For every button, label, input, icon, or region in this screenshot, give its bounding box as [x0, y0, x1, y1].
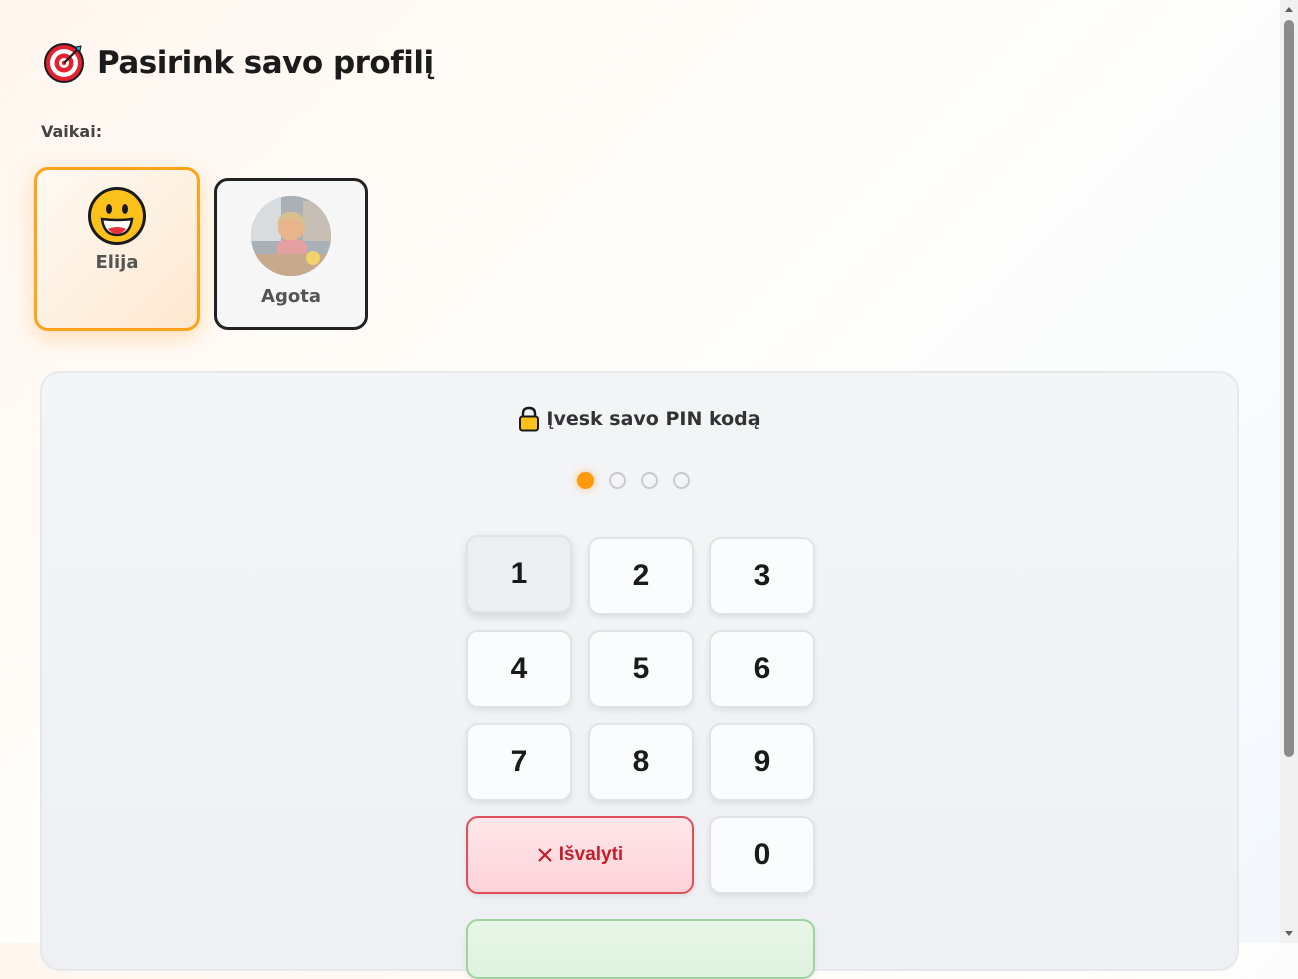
keypad-key-4[interactable]: 4	[466, 630, 572, 708]
page-header: Pasirink savo profilį	[43, 42, 434, 84]
keypad-key-5[interactable]: 5	[588, 630, 694, 708]
pin-dot-empty	[641, 472, 658, 489]
keypad-key-7[interactable]: 7	[466, 723, 572, 801]
pin-title: Įvesk savo PIN kodą	[42, 406, 1237, 432]
keypad-key-0[interactable]: 0	[709, 816, 815, 894]
pin-dot-empty	[609, 472, 626, 489]
avatar-photo	[251, 196, 331, 276]
grinning-face-icon	[88, 187, 146, 245]
keypad-key-8[interactable]: 8	[588, 723, 694, 801]
lock-icon	[519, 406, 540, 432]
keypad-key-9[interactable]: 9	[709, 723, 815, 801]
clear-button[interactable]: Išvalyti	[466, 816, 694, 894]
pin-dot-empty	[673, 472, 690, 489]
profile-card-agota[interactable]: Agota	[214, 178, 368, 330]
keypad-key-1[interactable]: 1	[466, 535, 572, 613]
pin-panel: Įvesk savo PIN kodą 1 2 3 4 5 6 7 8 9 Iš…	[40, 371, 1239, 979]
profile-select-page: Pasirink savo profilį Vaikai: Elija Agot…	[0, 0, 1280, 979]
scroll-up-icon[interactable]	[1285, 7, 1293, 12]
avatar	[251, 196, 331, 276]
children-section-label: Vaikai:	[41, 122, 103, 141]
target-icon	[44, 43, 84, 83]
profile-name: Agota	[261, 286, 321, 307]
pin-indicator	[577, 472, 690, 489]
submit-button[interactable]	[466, 919, 815, 979]
pin-dot-filled	[577, 472, 594, 489]
scrollbar-thumb[interactable]	[1284, 20, 1294, 757]
keypad-key-3[interactable]: 3	[709, 537, 815, 615]
vertical-scrollbar[interactable]	[1280, 0, 1298, 943]
keypad-key-6[interactable]: 6	[709, 630, 815, 708]
profile-card-elija[interactable]: Elija	[34, 167, 200, 331]
scroll-down-icon[interactable]	[1285, 931, 1293, 936]
profile-name: Elija	[95, 252, 139, 273]
keypad-key-2[interactable]: 2	[588, 537, 694, 615]
clear-button-label: Išvalyti	[558, 844, 624, 865]
page-title: Pasirink savo profilį	[97, 45, 434, 81]
close-icon	[538, 848, 552, 862]
pin-title-text: Įvesk savo PIN kodą	[546, 408, 761, 430]
